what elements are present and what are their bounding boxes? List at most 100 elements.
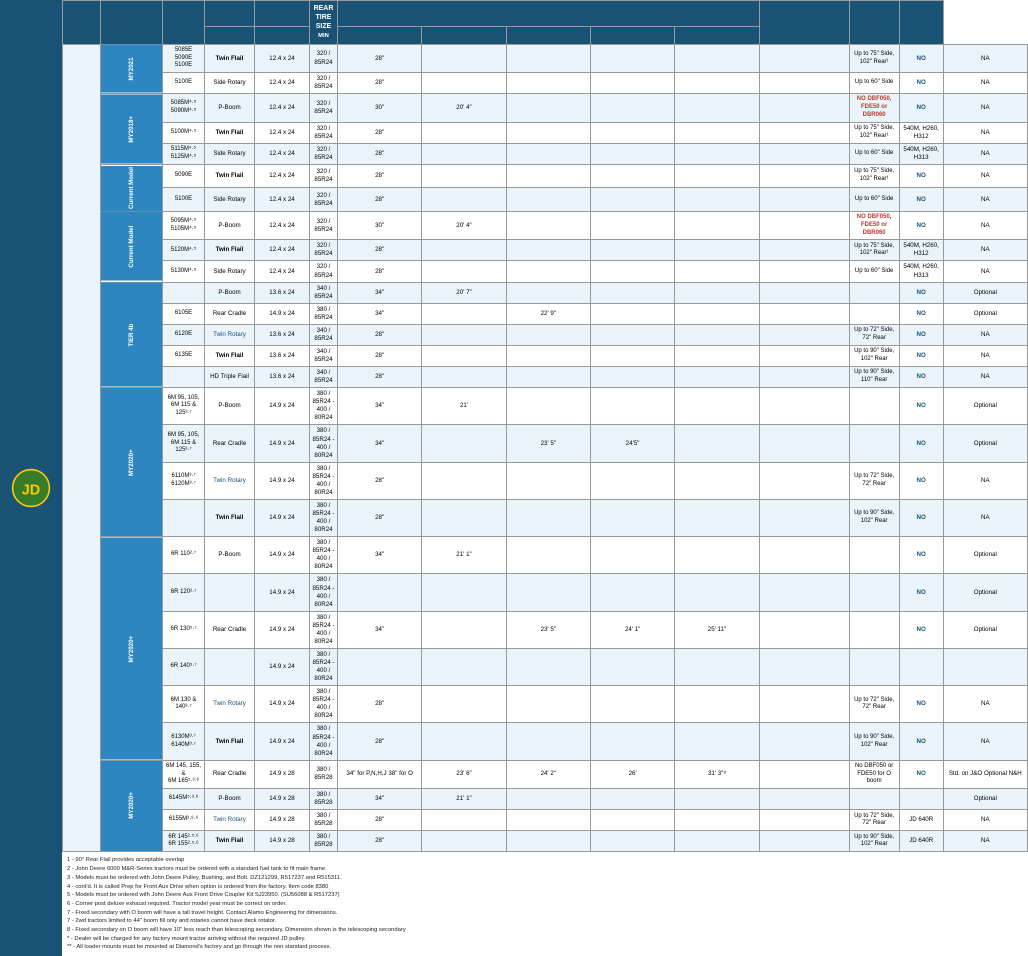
- reach-o-cell: [759, 188, 849, 211]
- mount-cell: Rear Cradle: [205, 425, 255, 462]
- axle-cell: NA: [943, 94, 1027, 122]
- reach-j-cell: [675, 388, 759, 425]
- front-imp-cell: 14.9 x 24: [255, 425, 310, 462]
- reach-o-cell: [759, 143, 849, 164]
- front-metric-cell: 380 / 85R24 - 400 / 80R24: [310, 574, 338, 611]
- reach-j-cell: [675, 810, 759, 831]
- reach-j-cell: [675, 94, 759, 122]
- loader-cell: [899, 789, 943, 810]
- front-metric-cell: 320 / 85R24: [310, 188, 338, 211]
- mount-cell: P-Boom: [205, 94, 255, 122]
- reach-p-cell: 21' 1": [422, 537, 506, 574]
- reach-n-cell: [506, 188, 590, 211]
- table-row: MY2020+6M 95, 105, 6M 115 & 125³·⁷P-Boom…: [63, 388, 1028, 425]
- reach-n-cell: [506, 462, 590, 499]
- model-cell: 6110M³·⁷ 6120M³·⁷: [163, 462, 205, 499]
- reach-j-cell: [675, 345, 759, 366]
- axle-cell: Optional: [943, 425, 1027, 462]
- reach-h-cell: [590, 574, 674, 611]
- reach-p-cell: [422, 831, 506, 852]
- mount-cell: Twin Rotary: [205, 462, 255, 499]
- reach-h-cell: [590, 143, 674, 164]
- mount-cell: Side Rotary: [205, 73, 255, 94]
- reach-p-cell: [422, 425, 506, 462]
- head-cell: Up to 72" Side, 72" Rear: [849, 686, 899, 723]
- footnote-item: 7 - Fixed secondary with O boom will hav…: [67, 909, 1023, 918]
- reach-o-cell: [759, 165, 849, 188]
- axle-cell: Optional: [943, 789, 1027, 810]
- model-cell: 6155M³·⁸·⁶: [163, 810, 205, 831]
- rear-cell: 28": [338, 240, 422, 261]
- rear-cell: 28": [338, 324, 422, 345]
- reach-j-cell: [675, 44, 759, 72]
- reach-n-cell: [506, 810, 590, 831]
- front-metric-cell: 340 / 85R24: [310, 345, 338, 366]
- reach-p-cell: [422, 611, 506, 648]
- axle-cell: NA: [943, 723, 1027, 760]
- axle-cell: NA: [943, 462, 1027, 499]
- mount-cell: [205, 574, 255, 611]
- model-cell: [163, 282, 205, 303]
- reach-j-cell: [675, 789, 759, 810]
- reach-p-cell: [422, 240, 506, 261]
- model-cell: 6M 130 & 140³·⁷: [163, 686, 205, 723]
- mount-cell: Side Rotary: [205, 261, 255, 282]
- table-row: HD Triple Flail13.6 x 24340 / 85R2428"Up…: [63, 367, 1028, 388]
- front-metric-cell: 320 / 85R24: [310, 211, 338, 239]
- head-cell: Up to 72" Side, 72" Rear: [849, 462, 899, 499]
- reach-p-cell: [422, 303, 506, 324]
- head-cell: NO DBF050, FDE50 or DBR060: [849, 94, 899, 122]
- table-row: 6R 140⁵·⁷14.9 x 24380 / 85R24 - 400 / 80…: [63, 648, 1028, 685]
- head-cell: Up to 60" Side: [849, 261, 899, 282]
- model-cell: 5130M⁴·⁵: [163, 261, 205, 282]
- table-row: 5100ESide Rotary12.4 x 24320 / 85R2428"U…: [63, 73, 1028, 94]
- axle-cell: Optional: [943, 282, 1027, 303]
- rear-cell: 28": [338, 810, 422, 831]
- axle-cell: NA: [943, 367, 1027, 388]
- model-cell: 5090E: [163, 165, 205, 188]
- reach-h-cell: [590, 240, 674, 261]
- reach-n-cell: [506, 499, 590, 536]
- model-cell: 6R 130⁵·⁷: [163, 611, 205, 648]
- front-imp-cell: 14.9 x 24: [255, 462, 310, 499]
- rear-cell: 28": [338, 686, 422, 723]
- reach-j-cell: [675, 462, 759, 499]
- rear-cell: 28": [338, 462, 422, 499]
- loader-cell: 540M, H260, H313: [899, 143, 943, 164]
- model-cell: 6135E: [163, 345, 205, 366]
- reach-n-cell: [506, 94, 590, 122]
- table-row: 5100M⁴·⁵Twin Flail12.4 x 24320 / 85R2428…: [63, 122, 1028, 143]
- reach-h-cell: [590, 537, 674, 574]
- front-imp-cell: 14.9 x 24: [255, 499, 310, 536]
- reach-n-cell: [506, 211, 590, 239]
- reach-o-cell: [759, 94, 849, 122]
- reach-p: [338, 26, 422, 44]
- rear-cell: 28": [338, 73, 422, 94]
- reach-n-cell: [506, 44, 590, 72]
- head-cell: Up to 90" Side, 102" Rear: [849, 831, 899, 852]
- reach-o-cell: [759, 574, 849, 611]
- loader-cell: NO: [899, 388, 943, 425]
- reach-n-cell: 23' 5": [506, 425, 590, 462]
- table-row: 6120ETwin Rotary13.6 x 24340 / 85R2428"U…: [63, 324, 1028, 345]
- front-imp-sub: [205, 26, 255, 44]
- head-cell: No DBF050 or FDE50 for O boom: [849, 760, 899, 788]
- reach-o-cell: [759, 388, 849, 425]
- front-metric-cell: 380 / 85R24 - 400 / 80R24: [310, 462, 338, 499]
- reach-o: [675, 26, 759, 44]
- axle-cell: NA: [943, 499, 1027, 536]
- axle-cell: Optional: [943, 611, 1027, 648]
- loader-cell: NO: [899, 425, 943, 462]
- reach-h-cell: 24'5": [590, 425, 674, 462]
- rear-cell: [338, 648, 422, 685]
- front-imp-cell: 14.9 x 24: [255, 611, 310, 648]
- footnote-item: 5 - Models must be ordered with John Dee…: [67, 891, 1023, 900]
- head-cell: NO DBF050, FDE50 or DBR060: [849, 211, 899, 239]
- front-imp-cell: 12.4 x 24: [255, 188, 310, 211]
- axle-cell: NA: [943, 240, 1027, 261]
- reach-n-cell: [506, 789, 590, 810]
- front-imp-cell: 13.6 x 24: [255, 367, 310, 388]
- mount-cell: Twin Flail: [205, 723, 255, 760]
- model-cell: 6M 145, 155, & 6M 165⁵·³·⁶: [163, 760, 205, 788]
- mount-cell: Twin Flail: [205, 44, 255, 72]
